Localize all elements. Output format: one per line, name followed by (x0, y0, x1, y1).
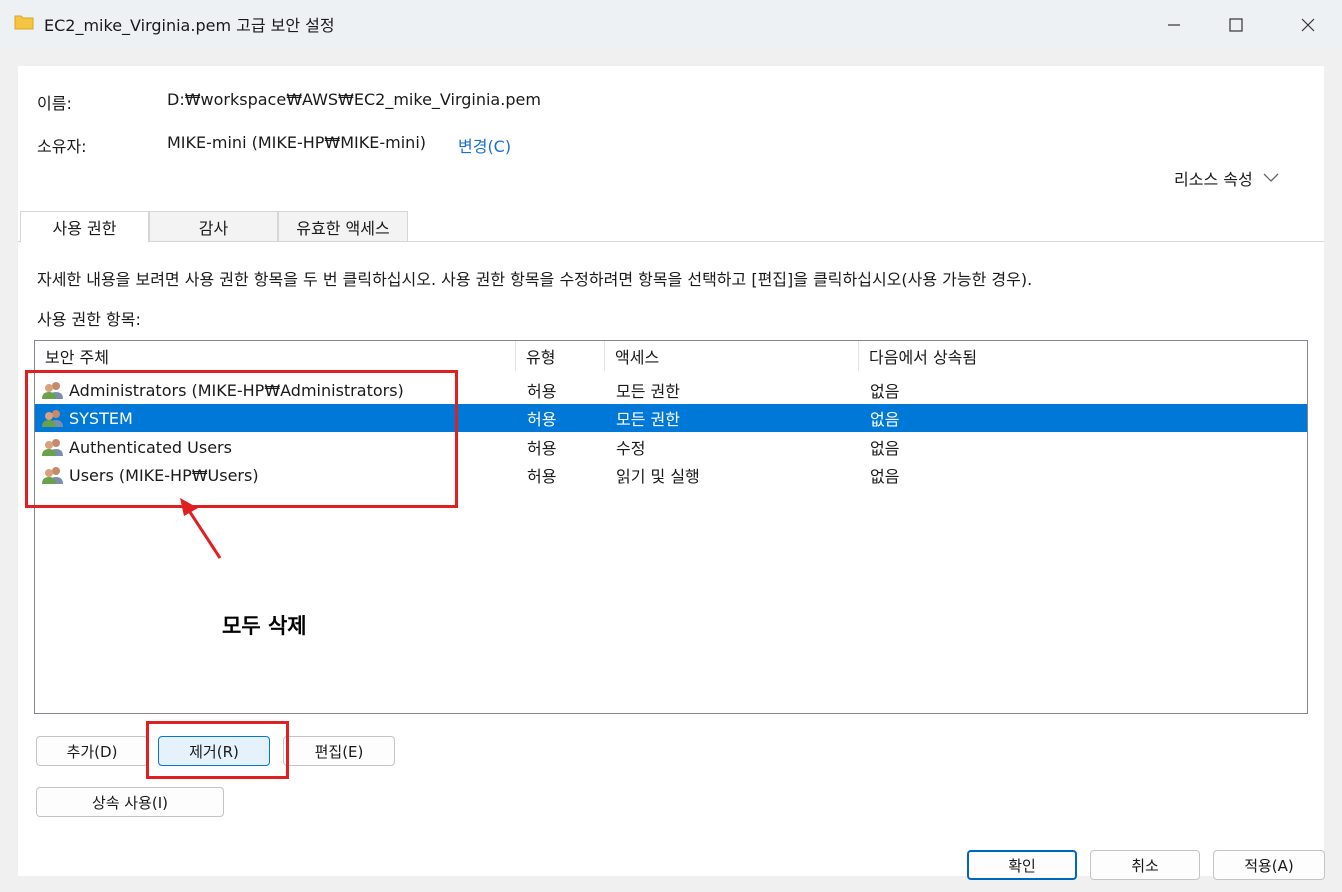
column-header-type[interactable]: 유형 (516, 341, 605, 371)
list-item[interactable]: Users (MIKE-HP₩Users) 허용 읽기 및 실행 없음 (35, 461, 1307, 489)
entry-inherited-from: 없음 (870, 410, 900, 429)
column-header-type-label: 유형 (526, 348, 556, 367)
resource-properties-label: 리소스 속성 (1174, 170, 1253, 189)
ok-button[interactable]: 확인 (967, 850, 1077, 880)
entry-type: 허용 (527, 439, 557, 458)
resource-properties-toggle[interactable]: 리소스 속성 (1174, 166, 1279, 190)
apply-button[interactable]: 적용(A) (1213, 850, 1325, 880)
add-button[interactable]: 추가(D) (36, 736, 148, 766)
enable-inheritance-button[interactable]: 상속 사용(I) (36, 787, 224, 817)
entry-inherited-from: 없음 (870, 467, 900, 486)
tab-permissions-label: 사용 권한 (52, 219, 117, 238)
list-item[interactable]: Authenticated Users 허용 수정 없음 (35, 433, 1307, 461)
owner-label: 소유자: (37, 137, 87, 156)
entry-access: 수정 (616, 439, 646, 458)
folder-icon (14, 15, 34, 30)
window-title: EC2_mike_Virginia.pem 고급 보안 설정 (44, 16, 335, 35)
tab-effective-access[interactable]: 유효한 액세스 (278, 211, 408, 242)
tab-auditing-label: 감사 (198, 218, 229, 238)
tab-effective-access-label: 유효한 액세스 (296, 218, 390, 238)
principal-name: SYSTEM (69, 408, 133, 428)
title-bar: EC2_mike_Virginia.pem 고급 보안 설정 (0, 0, 1342, 50)
annotation-text: 모두 삭제 (222, 614, 307, 638)
entry-type: 허용 (527, 382, 557, 401)
description-text: 자세한 내용을 보려면 사용 권한 항목을 두 번 클릭하십시오. 사용 권한 … (37, 270, 1033, 289)
column-header-principal[interactable]: 보안 주체 (35, 341, 516, 371)
column-header-principal-label: 보안 주체 (45, 348, 109, 367)
column-header-inherited-from-label: 다음에서 상속됨 (869, 348, 978, 367)
users-group-icon (42, 439, 63, 456)
change-owner-link[interactable]: 변경(C) (458, 133, 511, 157)
principal-name: Administrators (MIKE-HP₩Administrators) (69, 380, 404, 400)
column-header-inherited-from[interactable]: 다음에서 상속됨 (859, 341, 1307, 371)
list-header: 보안 주체 유형 액세스 다음에서 상속됨 (35, 341, 1307, 371)
name-value: D:₩workspace₩AWS₩EC2_mike_Virginia.pem (167, 90, 541, 109)
principal-name: Authenticated Users (69, 437, 232, 457)
edit-button[interactable]: 편집(E) (283, 736, 395, 766)
entry-inherited-from: 없음 (870, 382, 900, 401)
dialog-body: 이름: D:₩workspace₩AWS₩EC2_mike_Virginia.p… (0, 50, 1342, 892)
chevron-down-icon (1263, 173, 1279, 182)
annotation-arrow-icon (180, 498, 222, 559)
minimize-icon (1168, 24, 1180, 26)
entry-access: 모든 권한 (616, 382, 680, 401)
entry-type: 허용 (527, 467, 557, 486)
permission-entries-label: 사용 권한 항목: (37, 310, 141, 329)
tab-auditing[interactable]: 감사 (149, 211, 278, 242)
remove-button[interactable]: 제거(R) (158, 736, 270, 766)
users-group-icon (42, 382, 63, 399)
name-label: 이름: (37, 94, 72, 113)
close-icon (1301, 18, 1315, 32)
entry-type: 허용 (527, 410, 557, 429)
maximize-button[interactable] (1208, 0, 1264, 50)
close-button[interactable] (1280, 0, 1336, 50)
entry-inherited-from: 없음 (870, 439, 900, 458)
owner-value: MIKE-mini (MIKE-HP₩MIKE-mini) (167, 133, 426, 152)
tab-permissions[interactable]: 사용 권한 (20, 211, 149, 243)
cancel-button[interactable]: 취소 (1090, 850, 1200, 880)
users-group-icon (42, 467, 63, 484)
entry-access: 모든 권한 (616, 410, 680, 429)
column-header-access[interactable]: 액세스 (605, 341, 859, 371)
principal-name: Users (MIKE-HP₩Users) (69, 465, 259, 485)
users-group-icon (42, 410, 63, 427)
list-item-selected[interactable]: SYSTEM 허용 모든 권한 없음 (35, 404, 1307, 432)
entry-access: 읽기 및 실행 (616, 467, 700, 486)
list-item[interactable]: Administrators (MIKE-HP₩Administrators) … (35, 376, 1307, 404)
column-header-access-label: 액세스 (615, 348, 660, 367)
maximize-icon (1229, 18, 1243, 32)
minimize-button[interactable] (1146, 0, 1202, 50)
